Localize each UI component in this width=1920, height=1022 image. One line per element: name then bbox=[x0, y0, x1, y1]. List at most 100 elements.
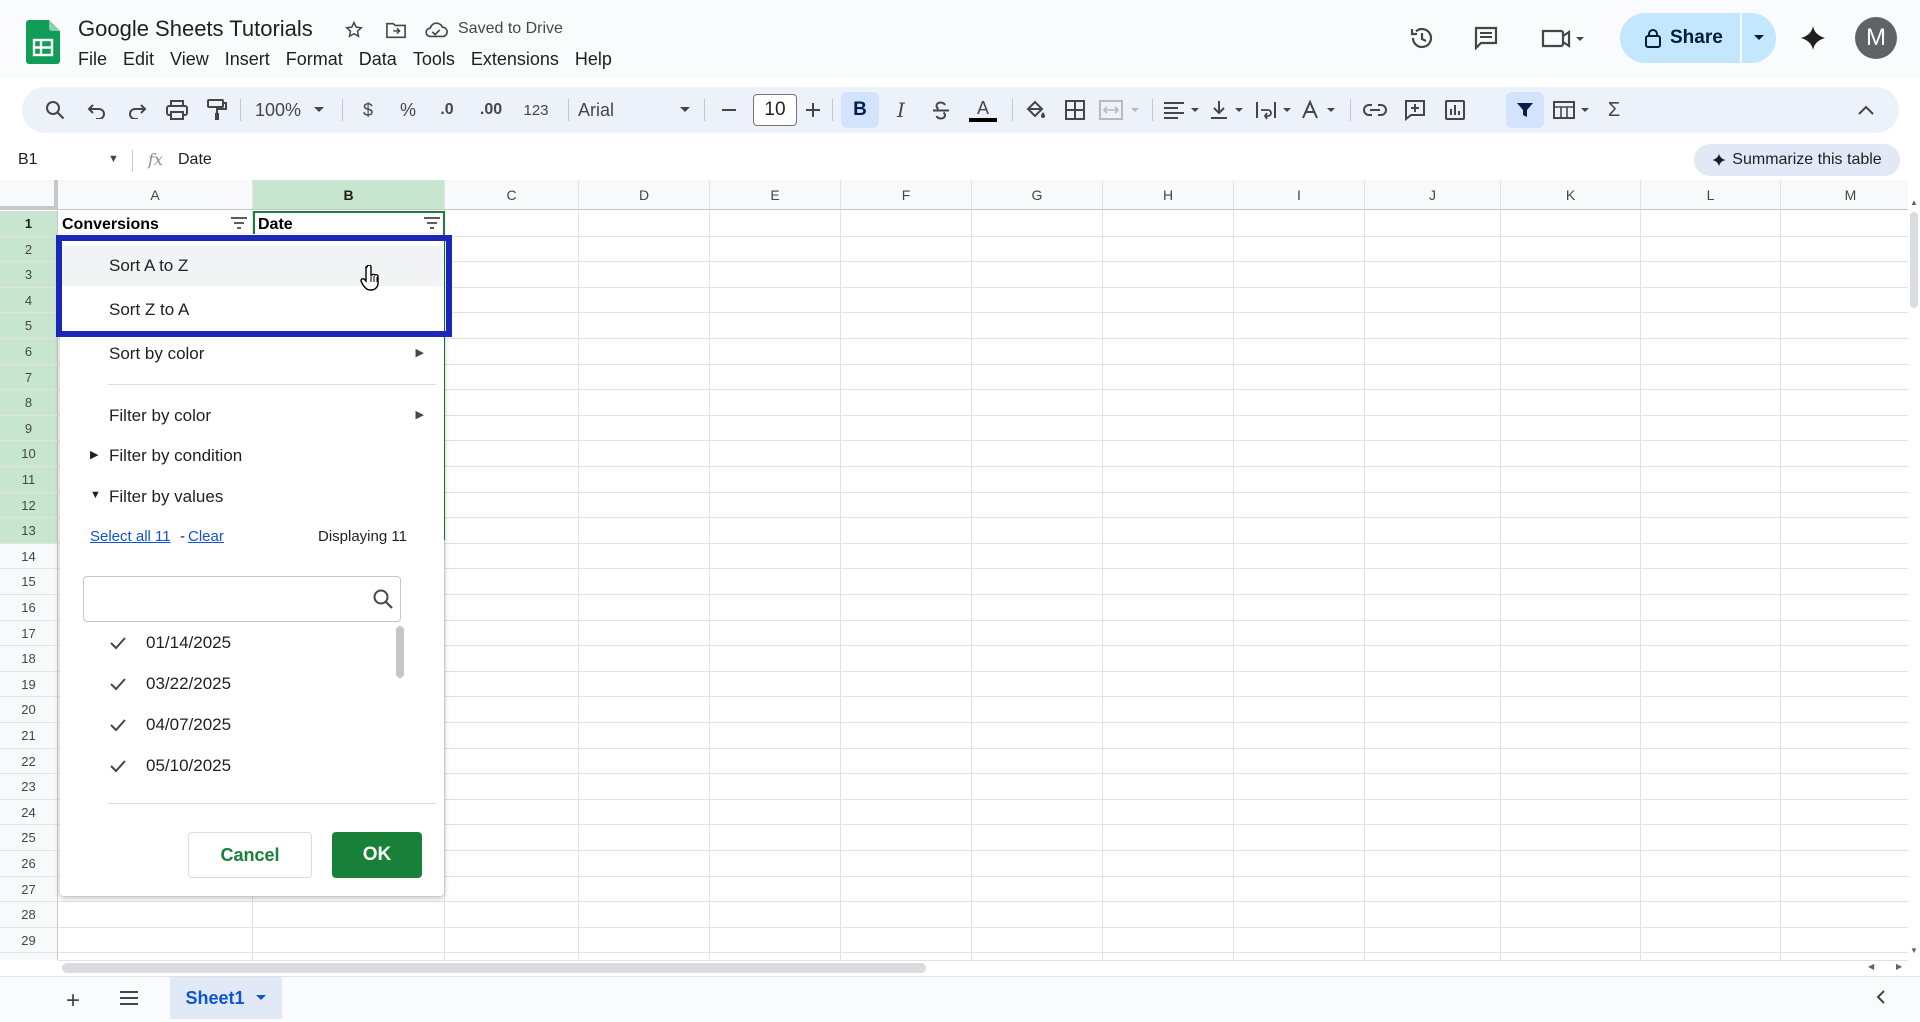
checkmark-icon[interactable] bbox=[108, 633, 128, 653]
sort-by-color-item[interactable]: Sort by color ▶ bbox=[60, 334, 444, 374]
row-header-23[interactable]: 23 bbox=[0, 774, 58, 800]
ok-button[interactable]: OK bbox=[332, 832, 422, 878]
share-dropdown-button[interactable] bbox=[1742, 34, 1776, 42]
column-header-l[interactable]: L bbox=[1641, 180, 1781, 210]
column-header-d[interactable]: D bbox=[579, 180, 710, 210]
summarize-table-button[interactable]: Summarize this table bbox=[1694, 144, 1900, 176]
menu-extensions[interactable]: Extensions bbox=[463, 48, 567, 70]
row-header-30[interactable]: 30 bbox=[0, 953, 58, 960]
version-history-icon[interactable] bbox=[1406, 22, 1438, 54]
menu-data[interactable]: Data bbox=[351, 48, 405, 70]
text-color-button[interactable]: A bbox=[968, 97, 998, 123]
row-header-21[interactable]: 21 bbox=[0, 723, 58, 749]
row-header-19[interactable]: 19 bbox=[0, 671, 58, 698]
decrease-font-size-icon[interactable] bbox=[718, 97, 740, 123]
row-header-7[interactable]: 7 bbox=[0, 364, 58, 391]
row-header-10[interactable]: 10 bbox=[0, 441, 58, 467]
zoom-chevron-icon[interactable] bbox=[312, 97, 326, 123]
insert-link-icon[interactable] bbox=[1362, 97, 1388, 123]
sort-z-to-a-item[interactable]: Sort Z to A bbox=[60, 290, 444, 330]
menu-tools[interactable]: Tools bbox=[405, 48, 463, 70]
share-button[interactable]: Share bbox=[1620, 13, 1776, 63]
search-menus-icon[interactable] bbox=[42, 97, 68, 123]
column-a-filter-icon[interactable] bbox=[230, 216, 248, 230]
column-header-i[interactable]: I bbox=[1234, 180, 1365, 210]
add-sheet-icon[interactable]: + bbox=[66, 987, 80, 1015]
paint-format-icon[interactable] bbox=[204, 97, 230, 123]
menu-file[interactable]: File bbox=[78, 48, 115, 70]
menu-help[interactable]: Help bbox=[567, 48, 620, 70]
column-header-b[interactable]: B bbox=[253, 180, 445, 210]
user-avatar[interactable]: M bbox=[1855, 17, 1897, 59]
filter-value-item[interactable]: 01/14/2025 bbox=[108, 628, 388, 662]
decrease-decimal-button[interactable]: .0 bbox=[432, 97, 462, 123]
row-header-14[interactable]: 14 bbox=[0, 543, 58, 570]
horizontal-scrollbar-thumb[interactable] bbox=[62, 963, 926, 973]
all-sheets-menu-icon[interactable] bbox=[118, 989, 140, 1007]
text-rotation-icon[interactable] bbox=[1300, 97, 1342, 123]
sort-a-to-z-item[interactable]: Sort A to Z bbox=[60, 246, 444, 286]
row-header-8[interactable]: 8 bbox=[0, 390, 58, 416]
row-header-26[interactable]: 26 bbox=[0, 851, 58, 877]
menu-view[interactable]: View bbox=[162, 48, 217, 70]
checkmark-icon[interactable] bbox=[108, 674, 128, 694]
filter-values-search-input[interactable] bbox=[92, 577, 362, 621]
scroll-right-arrow-icon[interactable]: ▶ bbox=[1896, 962, 1902, 971]
row-header-1[interactable]: 1 bbox=[0, 211, 58, 237]
row-header-2[interactable]: 2 bbox=[0, 236, 58, 263]
share-main-button[interactable]: Share bbox=[1620, 13, 1742, 63]
row-header-11[interactable]: 11 bbox=[0, 467, 58, 493]
row-header-15[interactable]: 15 bbox=[0, 569, 58, 595]
increase-font-size-icon[interactable] bbox=[802, 97, 824, 123]
insert-chart-icon[interactable] bbox=[1442, 97, 1468, 123]
row-header-20[interactable]: 20 bbox=[0, 697, 58, 723]
text-wrapping-icon[interactable] bbox=[1254, 97, 1296, 123]
side-panel-toggle-icon[interactable] bbox=[1876, 989, 1886, 1010]
formula-input[interactable]: Date bbox=[178, 151, 212, 169]
menu-edit[interactable]: Edit bbox=[115, 48, 162, 70]
sheet-tab-sheet1[interactable]: Sheet1 bbox=[170, 977, 282, 1019]
column-header-a[interactable]: A bbox=[58, 180, 253, 210]
strikethrough-icon[interactable] bbox=[928, 97, 954, 123]
scroll-left-arrow-icon[interactable]: ◀ bbox=[1868, 962, 1874, 971]
italic-button[interactable]: I bbox=[888, 97, 914, 123]
font-chevron-icon[interactable] bbox=[678, 97, 692, 123]
select-all-corner[interactable] bbox=[0, 180, 58, 210]
row-header-28[interactable]: 28 bbox=[0, 902, 58, 928]
font-size-input[interactable]: 10 bbox=[753, 94, 797, 126]
row-header-9[interactable]: 9 bbox=[0, 415, 58, 442]
filter-by-condition-item[interactable]: ▶ Filter by condition bbox=[60, 436, 444, 476]
fill-color-icon[interactable] bbox=[1022, 97, 1048, 123]
comments-icon[interactable] bbox=[1470, 22, 1502, 54]
star-icon[interactable] bbox=[342, 18, 366, 42]
row-header-18[interactable]: 18 bbox=[0, 646, 58, 672]
move-to-folder-icon[interactable] bbox=[384, 18, 408, 42]
format-currency-button[interactable]: $ bbox=[356, 97, 380, 123]
horizontal-align-icon[interactable] bbox=[1162, 97, 1204, 123]
more-formats-button[interactable]: 123 bbox=[518, 97, 554, 123]
row-header-4[interactable]: 4 bbox=[0, 287, 58, 314]
collapse-toolbar-icon[interactable] bbox=[1854, 97, 1878, 123]
column-header-e[interactable]: E bbox=[710, 180, 841, 210]
borders-icon[interactable] bbox=[1062, 97, 1088, 123]
gemini-sparkle-icon[interactable] bbox=[1797, 22, 1829, 54]
row-header-16[interactable]: 16 bbox=[0, 595, 58, 621]
column-header-m[interactable]: M bbox=[1781, 180, 1908, 210]
row-header-22[interactable]: 22 bbox=[0, 748, 58, 775]
column-header-f[interactable]: F bbox=[841, 180, 972, 210]
column-b-filter-icon[interactable] bbox=[423, 216, 441, 230]
name-box[interactable]: B1 bbox=[18, 151, 38, 169]
merge-cells-icon[interactable] bbox=[1098, 97, 1144, 123]
meet-video-icon[interactable] bbox=[1538, 22, 1588, 54]
format-percent-button[interactable]: % bbox=[396, 97, 420, 123]
create-filter-button[interactable] bbox=[1506, 92, 1544, 128]
redo-icon[interactable] bbox=[124, 97, 150, 123]
table-view-icon[interactable] bbox=[1552, 97, 1594, 123]
column-header-h[interactable]: H bbox=[1103, 180, 1234, 210]
vertical-align-icon[interactable] bbox=[1208, 97, 1250, 123]
sheets-logo-icon[interactable] bbox=[26, 20, 60, 64]
filter-values-search[interactable] bbox=[83, 576, 401, 622]
row-header-27[interactable]: 27 bbox=[0, 876, 58, 903]
column-header-g[interactable]: G bbox=[972, 180, 1103, 210]
vertical-scrollbar[interactable] bbox=[1908, 210, 1920, 960]
